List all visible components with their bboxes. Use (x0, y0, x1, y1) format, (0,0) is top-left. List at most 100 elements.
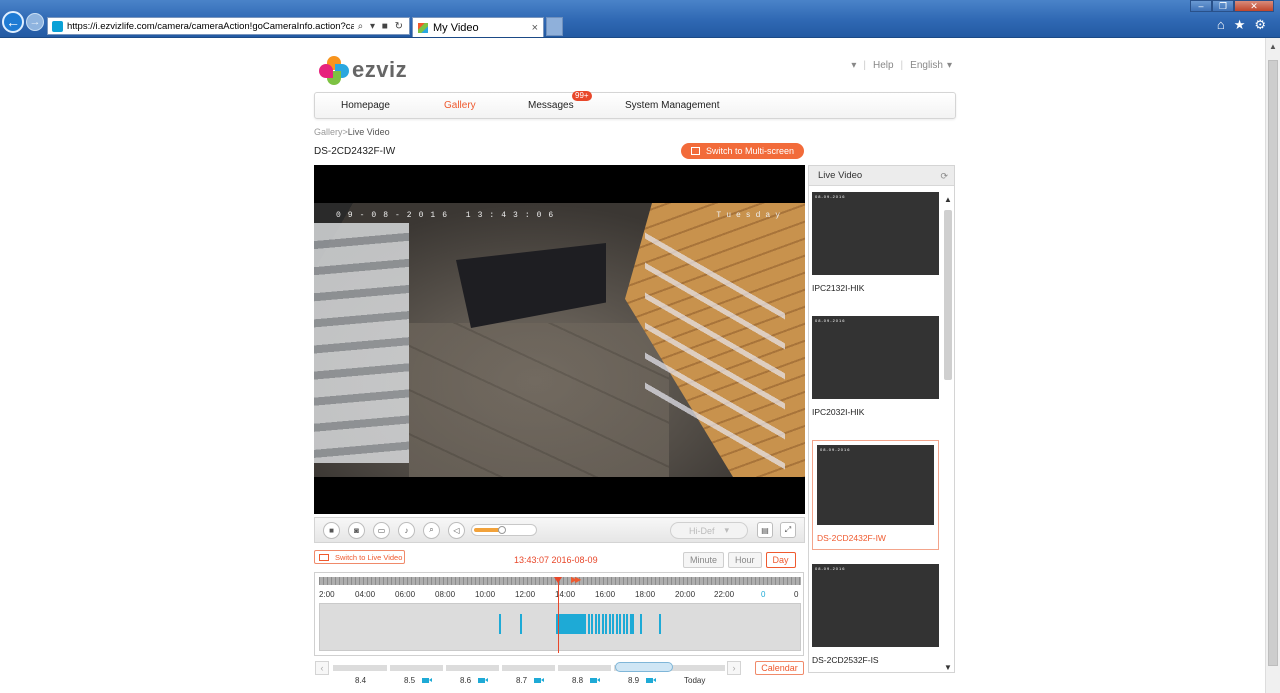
camera-card[interactable]: 08-09-2016 IPC2132I-HIK (812, 192, 939, 293)
tab-close-icon[interactable]: × (532, 22, 543, 34)
recording-segment[interactable] (609, 614, 611, 634)
osd-day: Tuesday (716, 211, 785, 220)
logo-text: ezviz (352, 57, 408, 82)
panel-title: Live Video (818, 170, 863, 181)
recording-segment[interactable] (605, 614, 607, 634)
camera-name: IPC2032I-HIK (812, 407, 865, 417)
recording-segment[interactable] (626, 614, 628, 634)
scroll-up-icon[interactable]: ▲ (1266, 38, 1280, 54)
recording-segment[interactable] (623, 614, 625, 634)
recording-segment[interactable] (556, 614, 586, 634)
timeline-label: 18:00 (635, 590, 656, 599)
quality-select[interactable]: Hi-Def ▾ (670, 522, 748, 539)
volume-speaker-icon[interactable]: ◁ (448, 521, 465, 539)
nav-homepage[interactable]: Homepage (341, 100, 390, 111)
page-scrollbar[interactable]: ▲ (1265, 38, 1280, 693)
recording-segment[interactable] (612, 614, 614, 634)
camera-thumbnail[interactable]: 08-09-2016 (812, 192, 939, 275)
language-select[interactable]: English (910, 60, 943, 71)
scroll-thumb[interactable] (1268, 60, 1278, 666)
camera-thumbnail[interactable]: 08-09-2016 (817, 445, 934, 525)
recording-segment[interactable] (659, 614, 661, 634)
video-player[interactable]: 09-08-2016 13:43:06 Tuesday (314, 165, 805, 514)
date-item[interactable]: Today (684, 676, 705, 685)
recording-segment[interactable] (591, 614, 593, 634)
recording-segment[interactable] (602, 614, 604, 634)
camera-thumbnail[interactable]: 08-09-2016 (812, 316, 939, 399)
zoom-magnifier-icon[interactable]: ⌕ (423, 521, 440, 539)
volume-slider[interactable] (471, 524, 537, 536)
address-bar[interactable]: https://i.ezvizlife.com/camera/cameraAct… (47, 17, 410, 35)
playhead-line[interactable] (558, 581, 559, 653)
date-item[interactable]: 8.9 (628, 676, 657, 685)
address-tools-icon[interactable]: ⌕ ▾ ■ ↻ (354, 21, 409, 32)
panel-scroll-thumb[interactable] (944, 210, 952, 380)
nav-gallery[interactable]: Gallery (444, 100, 476, 111)
recording-camera-icon (590, 678, 601, 683)
folder-icon[interactable]: ▤ (757, 522, 773, 538)
panel-scroll-down-icon[interactable]: ▼ (943, 662, 953, 672)
minimize-icon[interactable]: – (1190, 0, 1212, 12)
calendar-button[interactable]: Calendar (755, 661, 804, 675)
stop-icon[interactable]: ■ (323, 521, 340, 539)
microphone-icon[interactable]: ♪ (398, 521, 415, 539)
switch-multi-screen-button[interactable]: Switch to Multi-screen (681, 143, 804, 159)
date-item[interactable]: 8.5 (404, 676, 433, 685)
date-item[interactable]: 8.6 (460, 676, 489, 685)
ezviz-logo[interactable]: ezviz (318, 54, 407, 86)
date-item[interactable]: 8.7 (516, 676, 545, 685)
panel-scrollbar[interactable]: ▲ ▼ (943, 194, 953, 672)
recording-segment[interactable] (520, 614, 522, 634)
volume-knob[interactable] (497, 526, 506, 534)
recording-segment[interactable] (616, 614, 618, 634)
user-menu-chevron-icon[interactable]: ▾ (851, 60, 856, 71)
playhead-marker-icon[interactable] (554, 577, 562, 583)
fast-forward-icon[interactable]: ▶▶ (571, 575, 581, 584)
date-prev-icon[interactable]: ‹ (315, 661, 329, 675)
scale-hour-button[interactable]: Hour (728, 552, 762, 568)
camera-card[interactable]: 08-09-2016 IPC2032I-HIK (812, 316, 939, 417)
help-link[interactable]: Help (873, 60, 894, 71)
playback-current-time: 13:43:07 2016-08-09 (514, 555, 598, 565)
forward-button[interactable]: → (26, 13, 44, 31)
recording-segment[interactable] (598, 614, 600, 634)
back-button[interactable]: ← (2, 11, 24, 33)
panel-scroll-up-icon[interactable]: ▲ (943, 194, 953, 204)
camera-thumbnail[interactable]: 08-09-2016 (812, 564, 939, 647)
scale-minute-button[interactable]: Minute (683, 552, 725, 568)
restore-icon[interactable]: ❐ (1212, 0, 1234, 12)
nav-system-management[interactable]: System Management (625, 100, 720, 111)
recording-segment[interactable] (630, 614, 634, 634)
new-tab-button[interactable] (546, 17, 563, 36)
camera-card-selected[interactable]: 08-09-2016 DS-2CD2432F-IW (812, 440, 939, 550)
recording-track[interactable] (319, 603, 801, 651)
record-video-icon[interactable]: ▭ (373, 521, 390, 539)
favorites-star-icon[interactable]: ★ (1234, 17, 1246, 33)
snapshot-camera-icon[interactable]: ◙ (348, 521, 365, 539)
recording-segment[interactable] (595, 614, 597, 634)
date-item[interactable]: 8.8 (572, 676, 601, 685)
camera-name: IPC2132I-HIK (812, 283, 865, 293)
fullscreen-icon[interactable]: ⤢ (780, 522, 796, 538)
date-next-icon[interactable]: › (727, 661, 741, 675)
date-item[interactable]: 8.4 (355, 676, 366, 685)
quality-chevron-icon: ▾ (724, 525, 730, 535)
browser-tab[interactable]: My Video × (412, 17, 544, 37)
recording-segment[interactable] (619, 614, 621, 634)
close-window-icon[interactable]: ✕ (1234, 0, 1274, 12)
nav-messages[interactable]: Messages (528, 100, 574, 111)
language-chevron-icon[interactable]: ▾ (947, 60, 952, 71)
recording-segment[interactable] (640, 614, 642, 634)
playback-timeline[interactable]: 2:00 04:00 06:00 08:00 10:00 12:00 14:00… (314, 572, 804, 656)
scale-day-button[interactable]: Day (765, 552, 796, 568)
breadcrumb-gallery[interactable]: Gallery (314, 127, 343, 137)
home-icon[interactable]: ⌂ (1217, 17, 1225, 33)
refresh-icon[interactable]: ⟳ (940, 171, 948, 182)
camera-card[interactable]: 08-09-2016 DS-2CD2532F-IS (812, 564, 939, 665)
switch-live-video-button[interactable]: Switch to Live Video (314, 550, 405, 564)
settings-gear-icon[interactable]: ⚙ (1254, 17, 1266, 33)
panel-header: Live Video ⟳ (809, 166, 954, 186)
selected-date-handle[interactable] (615, 662, 673, 672)
recording-segment[interactable] (499, 614, 501, 634)
recording-segment[interactable] (588, 614, 590, 634)
